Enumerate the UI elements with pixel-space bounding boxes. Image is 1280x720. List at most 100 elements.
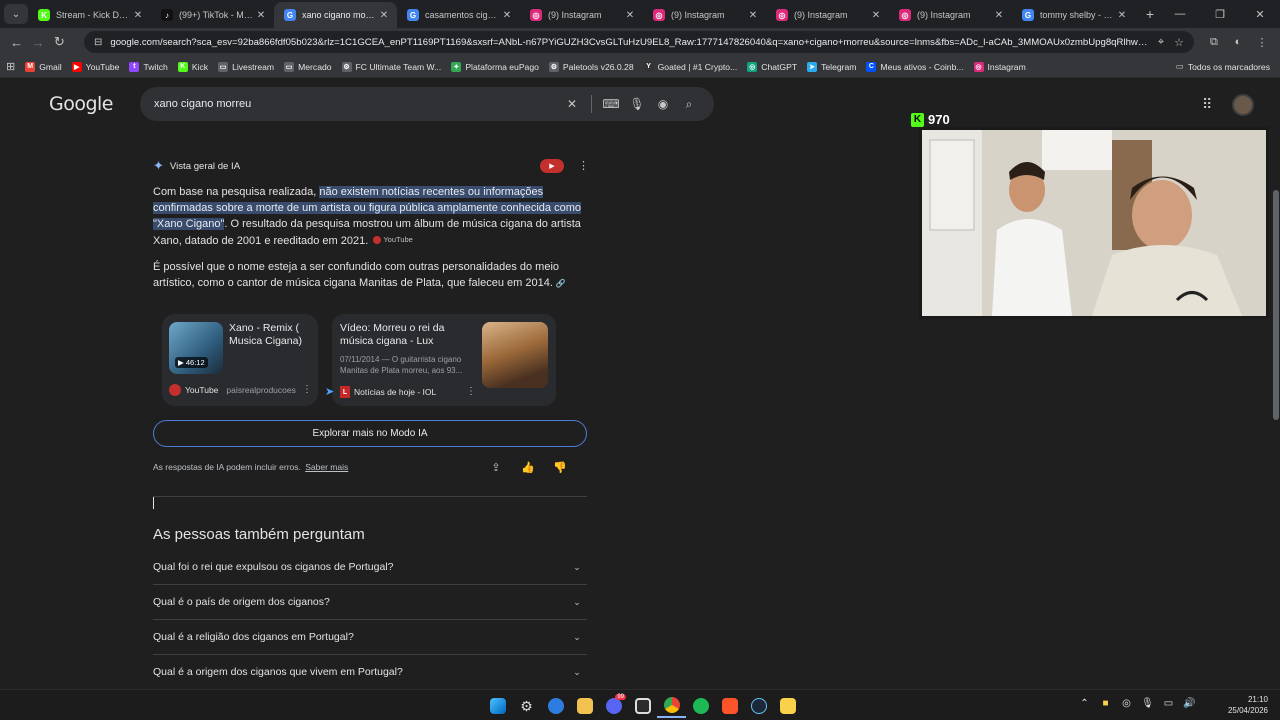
- spotify-icon[interactable]: [686, 694, 715, 718]
- profile-icon[interactable]: ◐: [1226, 36, 1250, 48]
- bookmark-item[interactable]: ▶ YouTube: [71, 61, 119, 72]
- steam-icon[interactable]: [744, 694, 773, 718]
- bookmark-item[interactable]: ▭ Livestream: [218, 61, 274, 72]
- clear-icon[interactable]: ✕: [559, 97, 585, 111]
- card-more-icon[interactable]: ⋮: [302, 384, 312, 395]
- source-card-youtube[interactable]: ▶ 46:12 Xano - Remix ( Musica Cigana) Yo…: [162, 314, 318, 406]
- bookmark-item[interactable]: ◎ Instagram: [973, 61, 1026, 72]
- bookmark-star-icon[interactable]: ☆: [1174, 36, 1184, 49]
- browser-tab[interactable]: K Stream - Kick Dashb...✕: [28, 2, 151, 28]
- search-input[interactable]: xano cigano morreu: [154, 98, 559, 110]
- learn-more-link[interactable]: Saber mais: [305, 462, 348, 472]
- obs-icon[interactable]: [628, 694, 657, 718]
- youtube-citation-chip[interactable]: YouTube: [373, 232, 413, 248]
- settings-icon[interactable]: ⚙: [512, 694, 541, 718]
- tab-close-icon[interactable]: ✕: [869, 10, 883, 21]
- bookmark-item[interactable]: ➤ Telegram: [807, 61, 856, 72]
- url-text[interactable]: google.com/search?sca_esv=92ba866fdf05b0…: [110, 37, 1148, 48]
- bookmark-item[interactable]: ▭ Mercado: [284, 61, 332, 72]
- site-info-icon[interactable]: ⊟: [94, 37, 102, 48]
- discord-icon[interactable]: 99: [599, 694, 628, 718]
- bookmark-item[interactable]: Y Goated | #1 Crypto...: [643, 61, 737, 72]
- paa-question[interactable]: Qual é a origem dos ciganos que vivem em…: [153, 655, 587, 689]
- bookmark-item[interactable]: ◎ ChatGPT: [747, 61, 797, 72]
- bookmark-item[interactable]: t Twitch: [129, 61, 168, 72]
- forward-icon[interactable]: →: [27, 30, 48, 54]
- chevron-down-icon[interactable]: ⌄: [567, 662, 587, 682]
- scrollbar-thumb[interactable]: [1273, 190, 1279, 420]
- card-more-icon[interactable]: ⋮: [466, 386, 476, 397]
- close-window-icon[interactable]: ✕: [1240, 0, 1280, 28]
- tab-close-icon[interactable]: ✕: [1115, 10, 1129, 21]
- source-card-iol[interactable]: Vídeo: Morreu o rei da música cigana - L…: [332, 314, 556, 406]
- tray-volume-icon[interactable]: 🔊: [1179, 698, 1200, 709]
- back-icon[interactable]: ←: [6, 30, 27, 54]
- card-title[interactable]: Vídeo: Morreu o rei da música cigana - L…: [340, 322, 475, 348]
- paa-question[interactable]: Qual é a religião dos ciganos em Portuga…: [153, 620, 587, 655]
- browser-tab[interactable]: Gcasamentos ciganos...✕: [397, 2, 520, 28]
- brave-icon[interactable]: [715, 694, 744, 718]
- google-apps-icon[interactable]: ⠿: [1202, 96, 1212, 113]
- tray-chevron-icon[interactable]: ⌃: [1074, 698, 1095, 709]
- browser-tab[interactable]: ◎ (9) Instagram ✕: [520, 2, 643, 28]
- tray-network-icon[interactable]: ◎: [1116, 698, 1137, 709]
- card-title[interactable]: Xano - Remix ( Musica Cigana): [229, 322, 313, 348]
- bookmark-item[interactable]: ✦ Plataforma euPago: [451, 61, 539, 72]
- tab-close-icon[interactable]: ✕: [377, 10, 391, 21]
- bookmark-item[interactable]: M Gmail: [25, 61, 62, 72]
- bookmark-item[interactable]: ⚙ FC Ultimate Team W...: [341, 61, 441, 72]
- tab-close-icon[interactable]: ✕: [131, 10, 145, 21]
- youtube-source-icon[interactable]: ▶: [540, 159, 564, 173]
- browser-tab[interactable]: Gxano cigano morreu ✕: [274, 2, 397, 28]
- chevron-down-icon[interactable]: ⌄: [567, 592, 587, 612]
- notes-icon[interactable]: [773, 694, 802, 718]
- new-tab-button[interactable]: +: [1139, 6, 1161, 22]
- browser-tab[interactable]: ◎ (9) Instagram ✕: [643, 2, 766, 28]
- thumbs-down-icon[interactable]: 👎: [544, 461, 576, 474]
- edge-icon[interactable]: [541, 694, 570, 718]
- tab-close-icon[interactable]: ✕: [500, 10, 514, 21]
- restore-icon[interactable]: ❐: [1200, 0, 1240, 28]
- browser-tab[interactable]: Gtommy shelby - Pesq...✕: [1012, 2, 1135, 28]
- chrome-icon[interactable]: [657, 694, 686, 718]
- start-icon[interactable]: [483, 694, 512, 718]
- search-icon[interactable]: ⌕: [676, 97, 702, 112]
- browser-tab[interactable]: ◎ (9) Instagram ✕: [889, 2, 1012, 28]
- tray-display-icon[interactable]: ▭: [1158, 698, 1179, 709]
- file-explorer-icon[interactable]: [570, 694, 599, 718]
- apps-grid-icon[interactable]: ⊞: [6, 60, 15, 73]
- paa-question[interactable]: Qual foi o rei que expulsou os ciganos d…: [153, 550, 587, 585]
- google-logo[interactable]: Google: [49, 93, 114, 115]
- tab-search-icon[interactable]: ⌄: [4, 4, 28, 24]
- keyboard-icon[interactable]: ⌨: [598, 97, 624, 111]
- link-icon[interactable]: 🔗: [556, 276, 566, 292]
- tray-app-icon[interactable]: ■: [1095, 698, 1116, 709]
- browser-tab[interactable]: ♪ (99+) TikTok - Make Y...✕: [151, 2, 274, 28]
- tab-close-icon[interactable]: ✕: [746, 10, 760, 21]
- thumbs-up-icon[interactable]: 👍: [512, 461, 544, 474]
- reload-icon[interactable]: ↻: [49, 30, 70, 54]
- avatar[interactable]: [1232, 94, 1254, 116]
- tab-close-icon[interactable]: ✕: [623, 10, 637, 21]
- bookmark-item[interactable]: ⚙ Paletools v26.0.28: [548, 61, 634, 72]
- menu-icon[interactable]: ⋮: [1250, 36, 1274, 49]
- chevron-down-icon[interactable]: ⌄: [567, 557, 587, 577]
- tab-close-icon[interactable]: ✕: [254, 10, 268, 21]
- bookmark-item[interactable]: C Meus ativos - Coinb...: [866, 61, 964, 72]
- bookmark-item[interactable]: K Kick: [177, 61, 208, 72]
- all-bookmarks[interactable]: ▭ Todos os marcadores: [1176, 61, 1270, 72]
- more-options-icon[interactable]: ⋮: [578, 159, 589, 172]
- share-icon[interactable]: ⇪: [480, 461, 512, 474]
- page-scrollbar[interactable]: [1272, 80, 1280, 688]
- search-box[interactable]: xano cigano morreu ✕ ⌨ 🎙 ◉ ⌕: [140, 87, 714, 121]
- extensions-icon[interactable]: ⧉: [1202, 36, 1226, 49]
- tray-mic-icon[interactable]: 🎙: [1137, 698, 1158, 709]
- tab-close-icon[interactable]: ✕: [992, 10, 1006, 21]
- taskbar-clock[interactable]: 21:10 25/04/2026: [1228, 694, 1268, 716]
- lens-icon[interactable]: ◉: [650, 97, 676, 111]
- location-icon[interactable]: ⌖: [1158, 36, 1164, 49]
- microphone-icon[interactable]: 🎙: [624, 97, 650, 111]
- address-bar[interactable]: ⊟ google.com/search?sca_esv=92ba866fdf05…: [83, 31, 1194, 53]
- minimize-icon[interactable]: —: [1160, 0, 1200, 28]
- browser-tab[interactable]: ◎ (9) Instagram ✕: [766, 2, 889, 28]
